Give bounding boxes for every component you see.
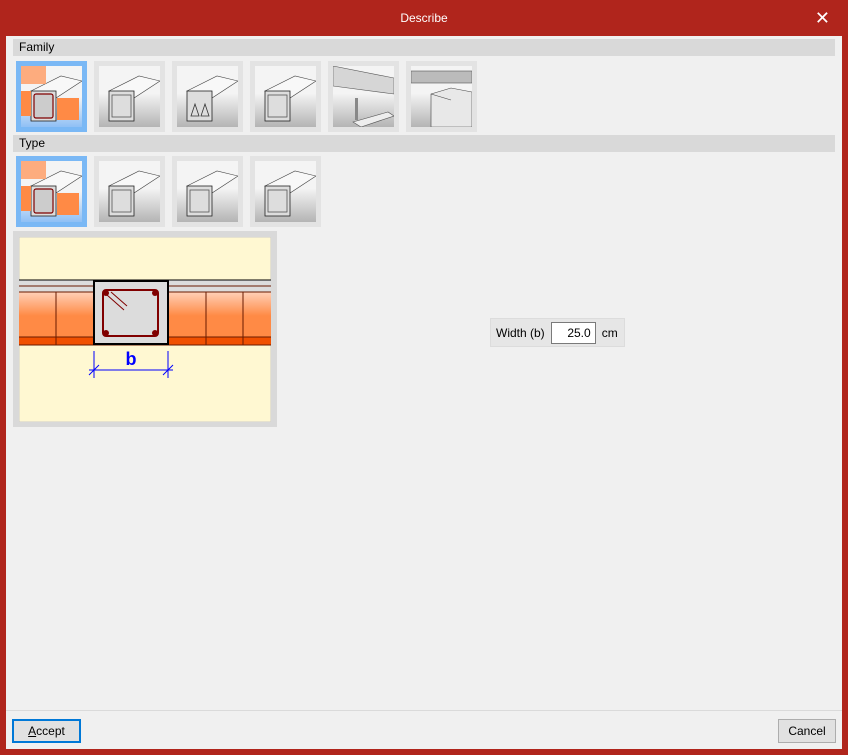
width-unit: cm <box>601 325 618 340</box>
family-option-5[interactable] <box>328 61 399 132</box>
title-bar: Describe <box>0 0 848 36</box>
family-option-3[interactable] <box>172 61 243 132</box>
beam-diagram: b <box>13 231 277 427</box>
type-thumbnail-icon <box>255 161 316 222</box>
family-thumbnail-icon <box>177 66 238 127</box>
type-option-3[interactable] <box>172 156 243 227</box>
type-option-4[interactable] <box>250 156 321 227</box>
accept-button[interactable]: Accept <box>12 719 81 743</box>
dimension-label: b <box>126 349 137 369</box>
width-field-group: Width (b) cm <box>490 318 625 347</box>
family-option-2[interactable] <box>94 61 165 132</box>
window-title: Describe <box>400 11 448 25</box>
family-thumbnail-icon <box>333 66 394 127</box>
cancel-button[interactable]: Cancel <box>778 719 836 743</box>
dialog-body: Family Type b Width (b) cm Accept Cance <box>6 36 842 749</box>
type-thumbnail-icon <box>21 161 82 222</box>
type-thumbnail-icon <box>177 161 238 222</box>
close-icon[interactable]: ✕ <box>815 0 830 36</box>
family-thumbnail-icon <box>21 66 82 127</box>
family-option-6[interactable] <box>406 61 477 132</box>
type-option-2[interactable] <box>94 156 165 227</box>
accept-mnemonic: A <box>28 724 37 738</box>
family-thumbnail-icon <box>411 66 472 127</box>
width-input[interactable] <box>550 321 596 344</box>
accept-label: ccept <box>36 724 65 738</box>
type-thumbnail-icon <box>99 161 160 222</box>
family-header: Family <box>13 39 835 56</box>
beam-section-drawing: b <box>18 236 272 423</box>
family-option-4[interactable] <box>250 61 321 132</box>
family-thumbnail-icon <box>255 66 316 127</box>
width-label: Width (b) <box>496 325 545 340</box>
family-thumbnail-icon <box>99 66 160 127</box>
type-header: Type <box>13 135 835 152</box>
type-option-1[interactable] <box>16 156 87 227</box>
family-option-1[interactable] <box>16 61 87 132</box>
dialog-footer: Accept Cancel <box>6 710 842 749</box>
